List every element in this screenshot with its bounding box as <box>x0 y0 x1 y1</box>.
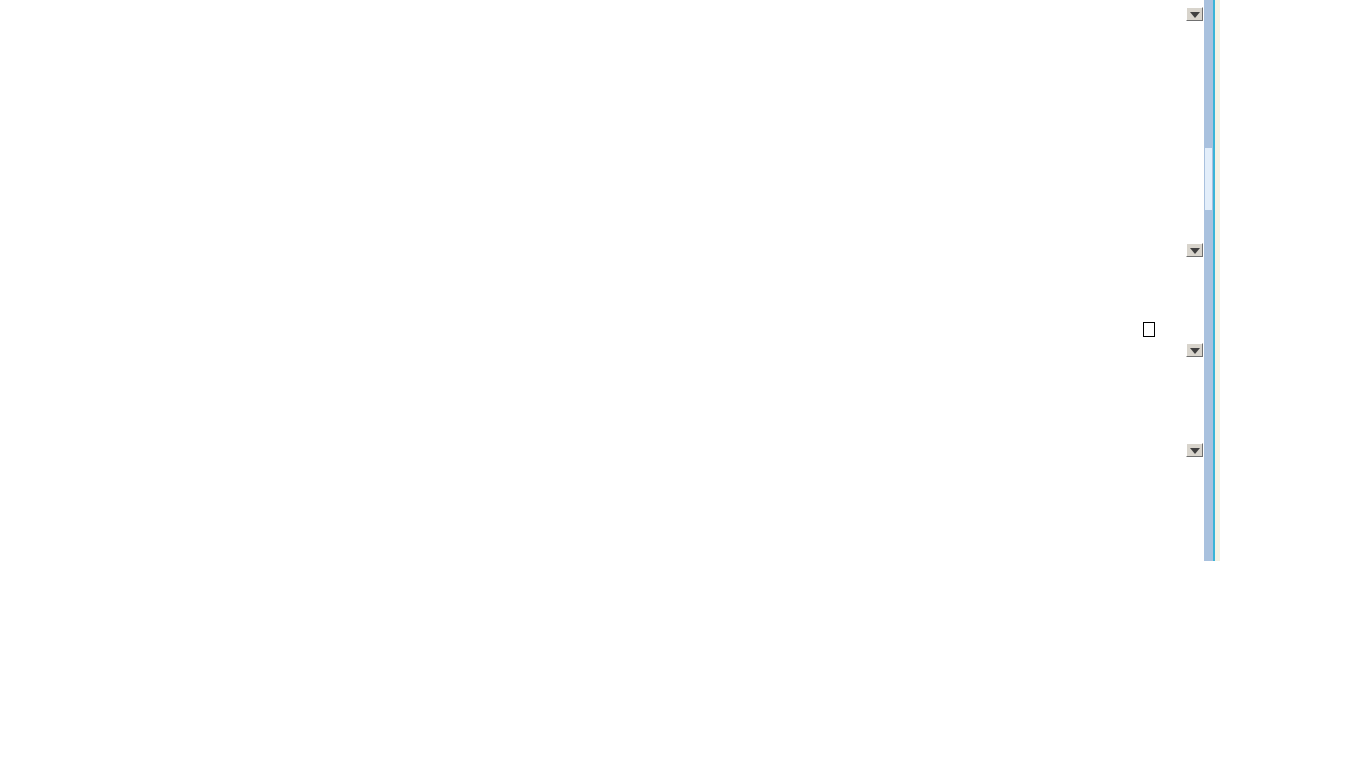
scrollbar-thumb[interactable] <box>1205 148 1212 210</box>
vertical-scrollbar[interactable] <box>1204 0 1213 561</box>
chart-window <box>0 0 1366 768</box>
chart-canvas <box>0 0 1204 562</box>
price-panel-menu-button[interactable] <box>1186 7 1203 21</box>
stoch-panel-menu-button[interactable] <box>1186 443 1203 457</box>
volume-multiplier-badge <box>1143 322 1155 337</box>
macd-panel-menu-button[interactable] <box>1186 343 1203 357</box>
volume-panel-menu-button[interactable] <box>1186 243 1203 257</box>
window-edge-strip <box>1215 0 1220 561</box>
